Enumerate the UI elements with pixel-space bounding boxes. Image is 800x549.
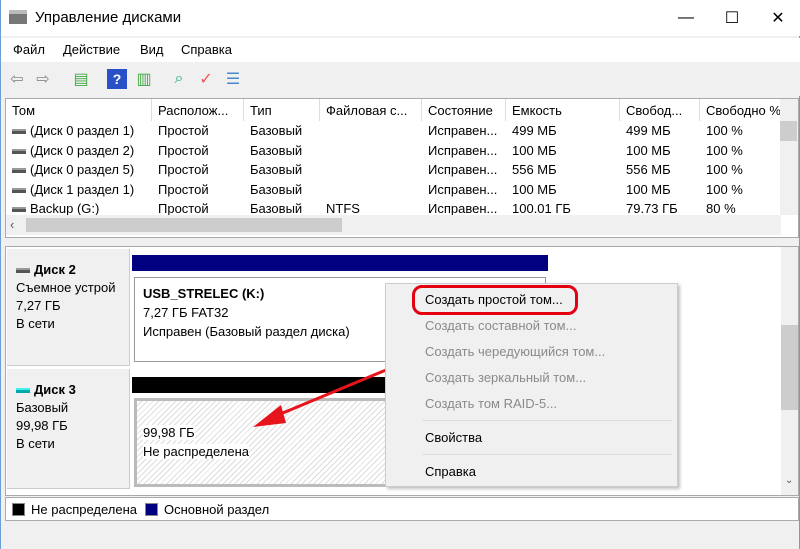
disk-name: Диск 2	[34, 262, 76, 277]
legend: Не распределена Основной раздел	[5, 497, 799, 521]
column-header[interactable]: Располож...	[152, 99, 244, 121]
scroll-left-icon[interactable]: ‹	[10, 217, 14, 232]
action-pane-icon[interactable]: ▥	[134, 69, 154, 89]
table-cell[interactable]: Простой	[152, 180, 244, 199]
table-cell[interactable]: 100 МБ	[620, 141, 700, 160]
table-cell[interactable]: 499 МБ	[620, 121, 700, 140]
volume-icon	[12, 187, 26, 193]
legend-primary: Основной раздел	[164, 501, 270, 517]
vertical-scrollbar-list[interactable]	[780, 99, 798, 215]
menu-bar: Файл Действие Вид Справка	[1, 38, 800, 62]
legend-swatch-unallocated	[12, 502, 25, 516]
volume-icon	[12, 207, 26, 213]
legend-unallocated: Не распределена	[31, 501, 138, 517]
table-cell[interactable]: 499 МБ	[506, 121, 620, 140]
table-cell[interactable]: 556 МБ	[620, 160, 700, 179]
table-cell[interactable]	[320, 141, 422, 160]
volume-icon	[12, 168, 26, 174]
primary-partition-bar	[132, 255, 548, 271]
disk-name: Диск 3	[34, 382, 76, 397]
table-cell[interactable]: 556 МБ	[506, 160, 620, 179]
show-hide-console-icon[interactable]: ▤	[71, 69, 91, 89]
table-cell[interactable]: Базовый	[244, 180, 320, 199]
disk-type: Базовый	[16, 400, 69, 415]
window-title: Управление дисками	[35, 9, 182, 26]
disk-size: 99,98 ГБ	[16, 418, 68, 433]
forward-icon[interactable]: ⇨	[33, 69, 53, 89]
back-icon[interactable]: ⇦	[7, 69, 27, 89]
close-button[interactable]: ✕	[755, 0, 800, 36]
properties-list-icon[interactable]: ☰	[223, 69, 243, 89]
disk-type: Съемное устрой	[16, 280, 116, 295]
table-cell[interactable]: Исправен...	[422, 121, 506, 140]
menu-separator	[422, 454, 672, 455]
table-cell[interactable]	[320, 160, 422, 179]
disk-icon	[16, 268, 30, 274]
context-menu-item[interactable]: Создать составной том...	[425, 318, 576, 333]
vertical-scrollbar-disks[interactable]: ⌄	[781, 247, 798, 495]
table-cell[interactable]: Базовый	[244, 160, 320, 179]
table-cell[interactable]: Простой	[152, 141, 244, 160]
menu-action[interactable]: Действие	[63, 42, 120, 57]
column-header[interactable]: Том	[6, 99, 152, 121]
disk-status: В сети	[16, 316, 55, 331]
context-menu-item[interactable]: Создать зеркальный том...	[425, 370, 586, 385]
table-cell[interactable]: Исправен...	[422, 180, 506, 199]
disk-icon	[16, 388, 30, 394]
scroll-thumb[interactable]	[26, 218, 342, 232]
context-menu-item[interactable]: Свойства	[425, 430, 482, 445]
table-cell[interactable]: 100 МБ	[620, 180, 700, 199]
partition-state: Не распределена	[143, 444, 250, 459]
table-cell[interactable]: (Диск 0 раздел 1)	[6, 121, 152, 140]
disk-2-label[interactable]: Диск 2 Съемное устрой 7,27 ГБ В сети	[7, 249, 130, 366]
table-cell[interactable]: Исправен...	[422, 141, 506, 160]
legend-swatch-primary	[145, 502, 159, 516]
minimize-button[interactable]: —	[663, 0, 709, 36]
scroll-thumb[interactable]	[780, 121, 797, 141]
red-arrow-annotation	[253, 368, 387, 427]
table-cell[interactable]: (Диск 0 раздел 2)	[6, 141, 152, 160]
table-cell[interactable]: (Диск 0 раздел 5)	[6, 160, 152, 179]
column-header[interactable]: Тип	[244, 99, 320, 121]
disk-status: В сети	[16, 436, 55, 451]
table-cell[interactable]: Простой	[152, 121, 244, 140]
column-header[interactable]: Состояние	[422, 99, 506, 121]
partition-size: 99,98 ГБ	[143, 425, 195, 440]
table-cell[interactable]: Простой	[152, 160, 244, 179]
maximize-button[interactable]: ☐	[709, 0, 755, 36]
scroll-thumb[interactable]	[781, 325, 798, 410]
table-cell[interactable]: (Диск 1 раздел 1)	[6, 180, 152, 199]
column-header[interactable]: Емкость	[506, 99, 620, 121]
scroll-down-icon[interactable]: ⌄	[785, 475, 793, 486]
table-cell[interactable]: Базовый	[244, 141, 320, 160]
context-menu-item[interactable]: Справка	[425, 464, 476, 479]
volume-icon	[12, 148, 26, 154]
app-icon	[9, 10, 27, 24]
volume-icon	[12, 129, 26, 135]
toolbar: ⇦ ⇨ ▤ ? ▥ ⌕ ✓ ☰	[1, 62, 800, 96]
column-header[interactable]: Файловая с...	[320, 99, 422, 121]
table-cell[interactable]: Исправен...	[422, 160, 506, 179]
column-header[interactable]: Свобод...	[620, 99, 700, 121]
table-cell[interactable]: 100 МБ	[506, 180, 620, 199]
disk-3-label[interactable]: Диск 3 Базовый 99,98 ГБ В сети	[7, 369, 130, 489]
check-icon[interactable]: ✓	[196, 69, 216, 89]
horizontal-scrollbar[interactable]: ‹	[6, 215, 781, 235]
context-menu-item[interactable]: Создать чередующийся том...	[425, 344, 605, 359]
title-bar: Управление дисками — ☐ ✕	[1, 0, 800, 36]
table-cell[interactable]	[320, 180, 422, 199]
menu-separator	[422, 420, 672, 421]
highlight-ring	[412, 285, 578, 315]
menu-help[interactable]: Справка	[181, 42, 232, 57]
table-cell[interactable]: Базовый	[244, 121, 320, 140]
help-icon[interactable]: ?	[107, 69, 127, 89]
table-cell[interactable]	[320, 121, 422, 140]
menu-file[interactable]: Файл	[13, 42, 45, 57]
menu-view[interactable]: Вид	[140, 42, 164, 57]
connect-disk-icon[interactable]: ⌕	[169, 69, 189, 89]
table-cell[interactable]: 100 МБ	[506, 141, 620, 160]
disk-size: 7,27 ГБ	[16, 298, 61, 313]
context-menu-item[interactable]: Создать том RAID-5...	[425, 396, 557, 411]
